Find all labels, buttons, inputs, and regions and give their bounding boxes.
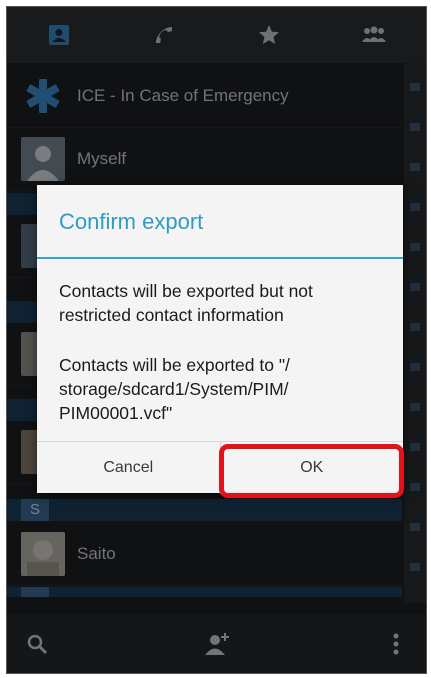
confirm-export-dialog: Confirm export Contacts will be exported… [37, 185, 403, 494]
phone-screen: ICE - In Case of Emergency Myself S Sait… [6, 6, 427, 674]
dialog-message-path: Contacts will be exported to "/ storage/… [59, 355, 290, 423]
dialog-title: Confirm export [59, 209, 204, 234]
cancel-button[interactable]: Cancel [37, 442, 220, 494]
ok-button[interactable]: OK [219, 442, 404, 494]
dialog-button-row: Cancel OK [37, 441, 403, 494]
dialog-message-restricted: Contacts will be exported but not restri… [59, 281, 313, 325]
dialog-title-divider [37, 257, 403, 259]
